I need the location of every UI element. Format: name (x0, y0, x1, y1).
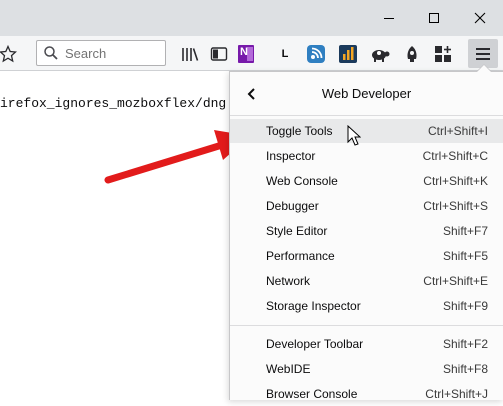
menu-item-inspector[interactable]: Inspector Ctrl+Shift+C (230, 144, 503, 168)
menu-item-developer-toolbar[interactable]: Developer Toolbar Shift+F2 (230, 332, 503, 356)
menu-item-label: Developer Toolbar (266, 337, 364, 351)
menu-item-shortcut: Shift+F8 (442, 362, 488, 376)
menu-item-label: Browser Console (266, 387, 358, 401)
menu-item-style-editor[interactable]: Style Editor Shift+F7 (230, 219, 503, 243)
panel-title: Web Developer (321, 86, 412, 101)
web-developer-panel: Web Developer Toggle Tools Ctrl+Shift+I … (229, 65, 503, 401)
menu-item-shortcut: Ctrl+Shift+E (423, 274, 488, 288)
menu-item-storage-inspector[interactable]: Storage Inspector Shift+F9 (230, 294, 503, 318)
menu-item-label: Storage Inspector (266, 299, 361, 313)
menu-item-shortcut: Ctrl+Shift+C (422, 149, 488, 163)
menu-item-label: Web Console (266, 174, 338, 188)
menu-item-shortcut: Ctrl+Shift+J (425, 387, 488, 401)
menu-item-label: Inspector (266, 149, 316, 163)
menu-separator (230, 325, 503, 326)
menu-item-label: WebIDE (266, 362, 311, 376)
menu-item-shortcut: Shift+F9 (442, 299, 488, 313)
menu-item-label: Debugger (266, 199, 319, 213)
menu-item-toggle-tools[interactable]: Toggle Tools Ctrl+Shift+I (230, 119, 503, 143)
mouse-cursor-icon (347, 125, 361, 146)
panel-header: Web Developer (230, 72, 503, 116)
menu-item-label: Performance (266, 249, 335, 263)
menu-item-shortcut: Shift+F2 (442, 337, 488, 351)
menu-item-label: Network (266, 274, 311, 288)
menu-item-browser-console[interactable]: Browser Console Ctrl+Shift+J (230, 382, 503, 406)
menu-item-performance[interactable]: Performance Shift+F5 (230, 244, 503, 268)
menu-item-shortcut: Ctrl+Shift+S (423, 199, 488, 213)
menu-item-shortcut: Ctrl+Shift+K (423, 174, 488, 188)
menu-item-network[interactable]: Network Ctrl+Shift+E (230, 269, 503, 293)
menu-item-shortcut: Ctrl+Shift+I (427, 124, 488, 138)
menu-item-web-console[interactable]: Web Console Ctrl+Shift+K (230, 169, 503, 193)
panel-arrow-fill (477, 65, 491, 72)
menu-item-label: Toggle Tools (266, 124, 333, 138)
menu-item-webide[interactable]: WebIDE Shift+F8 (230, 357, 503, 381)
menu-item-debugger[interactable]: Debugger Ctrl+Shift+S (230, 194, 503, 218)
menu-item-shortcut: Shift+F5 (442, 249, 488, 263)
menu-item-shortcut: Shift+F7 (442, 224, 488, 238)
menu-item-label: Style Editor (266, 224, 328, 238)
